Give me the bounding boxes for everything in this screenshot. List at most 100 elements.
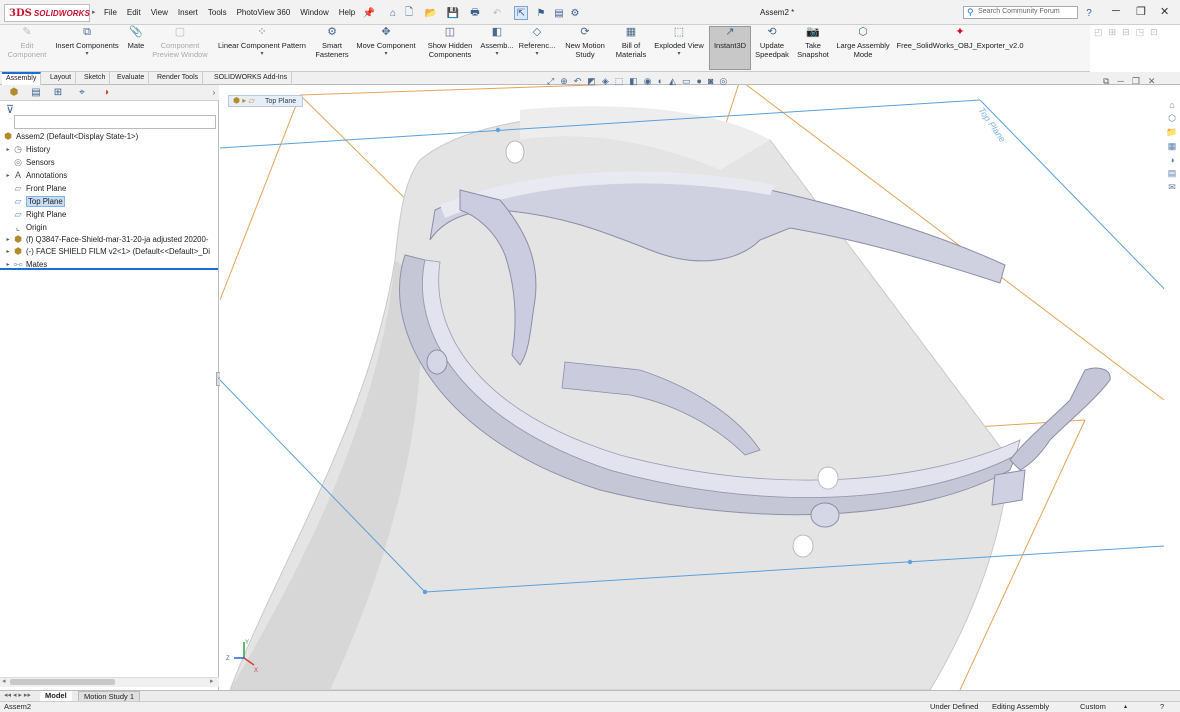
configuration-manager-icon[interactable]: ⊞ — [48, 86, 68, 100]
tab-addins[interactable]: SOLIDWORKS Add-Ins — [210, 72, 293, 85]
rollback-bar[interactable] — [0, 268, 218, 270]
expand-icon[interactable]: ▸ — [4, 261, 12, 268]
large-assembly-button[interactable]: ⬡ Large Assembly Mode — [832, 27, 894, 60]
menu-help[interactable]: Help — [339, 8, 355, 17]
status-help-icon[interactable]: ? — [1160, 702, 1164, 712]
left-peg[interactable] — [426, 349, 448, 375]
mate-button[interactable]: 📎 Mate — [124, 27, 148, 51]
disabled-tool-icon[interactable]: ⊟ — [1122, 27, 1130, 41]
hide-show-items-icon[interactable]: ◉ — [644, 76, 652, 87]
menu-file[interactable]: File — [104, 8, 117, 17]
filter-icon[interactable]: ⊽ — [6, 103, 14, 116]
chevron-down-icon[interactable]: ▾ — [495, 50, 498, 59]
tree-item-assembly[interactable]: ⬢ Assem2 (Default<Display State-1>) — [2, 130, 138, 142]
viewport-close-icon[interactable]: ✕ — [1148, 76, 1156, 87]
solidworks-resources-icon[interactable]: ⌂ — [1169, 100, 1174, 110]
tree-item-top-plane[interactable]: ▱ Top Plane — [12, 195, 65, 207]
edit-appearance-icon[interactable]: ◐ — [658, 76, 663, 86]
tree-item-right-plane[interactable]: ▱ Right Plane — [12, 208, 67, 220]
tab-evaluate[interactable]: Evaluate — [113, 72, 150, 85]
tree-item-origin[interactable]: ⌞ Origin — [12, 221, 47, 233]
realview-icon[interactable]: ● — [697, 76, 702, 86]
tab-nav-icons[interactable]: ◂◂ ◂ ▸ ▸▸ — [4, 691, 31, 699]
solidworks-logo[interactable]: 3DS SOLIDWORKS — [4, 4, 90, 22]
graphics-area[interactable]: Top Plane Y X Z — [220, 85, 1164, 690]
bom-button[interactable]: ▦ Bill of Materials — [612, 27, 650, 60]
scroll-left-icon[interactable]: ◂ — [2, 677, 6, 685]
chevron-down-icon[interactable]: ▾ — [260, 50, 263, 59]
smart-fasteners-button[interactable]: ⚙ Smart Fasteners — [312, 27, 352, 60]
menu-edit[interactable]: Edit — [127, 8, 141, 17]
speedpak-button[interactable]: ⟲ Update Speedpak — [752, 27, 792, 60]
feature-tree-icon[interactable]: ⬢ — [4, 86, 24, 100]
expand-icon[interactable]: ▸ — [4, 236, 12, 243]
linear-pattern-button[interactable]: ⁘ Linear Component Pattern ▾ — [212, 27, 312, 59]
edit-component-button[interactable]: ✎ Edit Component — [4, 27, 50, 60]
minimize-icon[interactable]: ─ — [1112, 5, 1120, 17]
viewport-minimize-icon[interactable]: ─ — [1117, 76, 1123, 87]
new-document-icon[interactable]: 🗋 — [402, 6, 416, 20]
menu-view[interactable]: View — [151, 8, 168, 17]
zoom-to-fit-icon[interactable]: ⤢ — [547, 76, 554, 87]
tab-render-tools[interactable]: Render Tools — [153, 72, 204, 85]
tree-item-face-shield-part[interactable]: ▸ ⬢ (f) Q3847-Face-Shield-mar-31-20-ja a… — [4, 233, 208, 245]
custom-properties-icon[interactable]: ▤ — [1168, 168, 1177, 179]
display-style-icon[interactable]: ◧ — [629, 76, 638, 87]
chevron-down-icon[interactable]: ▾ — [535, 50, 538, 59]
viewport-popout-icon[interactable]: ⧉ — [1103, 76, 1109, 87]
restore-icon[interactable]: ❐ — [1136, 5, 1146, 18]
save-icon[interactable]: 💾 — [446, 6, 460, 20]
menu-tools[interactable]: Tools — [208, 8, 227, 17]
menu-insert[interactable]: Insert — [178, 8, 198, 17]
undo-icon[interactable]: ↶ — [490, 6, 504, 20]
menu-photoview[interactable]: PhotoView 360 — [237, 8, 291, 17]
help-icon[interactable]: ? — [1082, 6, 1096, 20]
view-orientation-icon[interactable]: ⬚ — [615, 76, 624, 87]
menu-window[interactable]: Window — [300, 8, 328, 17]
move-component-button[interactable]: ✥ Move Component ▾ — [352, 27, 420, 59]
obj-exporter-button[interactable]: ✦ Free_SolidWorks_OBJ_Exporter_v2.0 — [894, 27, 1026, 51]
options-gear-icon[interactable]: ⚙ — [568, 6, 582, 20]
tab-layout[interactable]: Layout — [46, 72, 77, 85]
tree-item-sensors[interactable]: ◎ Sensors — [12, 156, 55, 168]
right-clip-arm[interactable] — [1009, 367, 1111, 471]
expand-icon[interactable]: ▸ — [4, 146, 12, 153]
exploded-view-button[interactable]: ⬚ Exploded View ▾ — [650, 27, 708, 59]
disabled-tool-icon[interactable]: ◳ — [1136, 27, 1145, 41]
chevron-down-icon[interactable]: ▾ — [677, 50, 680, 59]
view-palette-icon[interactable]: ▦ — [1168, 141, 1177, 152]
previous-view-icon[interactable]: ↶ — [574, 76, 582, 87]
tab-assembly[interactable]: Assembly — [2, 72, 42, 85]
chevron-down-icon[interactable]: ▾ — [85, 50, 88, 59]
dynamic-annotation-icon[interactable]: ◈ — [602, 76, 609, 87]
reference-geometry-button[interactable]: ◇ Referenc... ▾ — [516, 27, 558, 59]
units-dropdown-icon[interactable]: ▴ — [1124, 702, 1127, 712]
disabled-tool-icon[interactable]: ⊞ — [1109, 27, 1117, 41]
rebuild-icon[interactable]: ⚑ — [534, 6, 548, 20]
status-units[interactable]: Custom — [1080, 702, 1106, 712]
select-icon[interactable]: ⇱ — [514, 6, 528, 20]
property-manager-icon[interactable]: ▤ — [26, 86, 46, 100]
logo-flyout-icon[interactable]: ▸ — [92, 8, 96, 16]
tree-item-history[interactable]: ▸ ◷ History — [4, 143, 50, 155]
view-settings-icon[interactable]: ▭ — [682, 76, 691, 87]
pin-icon[interactable]: 📌 — [362, 6, 376, 20]
search-scope-icon[interactable]: ⚲ — [967, 7, 974, 18]
show-hidden-button[interactable]: ◫ Show Hidden Components — [422, 27, 478, 60]
tab-sketch[interactable]: Sketch — [80, 72, 111, 85]
tree-item-face-shield-film[interactable]: ▸ ⬢ (-) FACE SHIELD FILM v2<1> (Default<… — [4, 245, 209, 257]
component-preview-button[interactable]: ▢ Component Preview Window — [150, 27, 210, 60]
right-peg[interactable] — [810, 502, 840, 528]
home-icon[interactable]: ⌂ — [386, 6, 400, 20]
appearances-icon[interactable]: ◑ — [1169, 155, 1174, 165]
print-icon[interactable]: 🖶 — [468, 6, 482, 20]
search-input[interactable]: ⚲ Search Community Forum — [963, 6, 1078, 19]
section-view-icon[interactable]: ◩ — [587, 76, 596, 87]
tree-item-annotations[interactable]: ▸ A Annotations — [4, 169, 67, 181]
breadcrumb-assembly-icon[interactable]: ⬢ ▸ ▱ — [233, 96, 255, 105]
disabled-tool-icon[interactable]: ◰ — [1094, 27, 1103, 41]
open-icon[interactable]: 📂 — [424, 6, 438, 20]
chevron-down-icon[interactable]: ▾ — [384, 50, 387, 59]
file-properties-icon[interactable]: ▤ — [552, 6, 566, 20]
display-manager-icon[interactable]: ◑ — [96, 86, 116, 100]
